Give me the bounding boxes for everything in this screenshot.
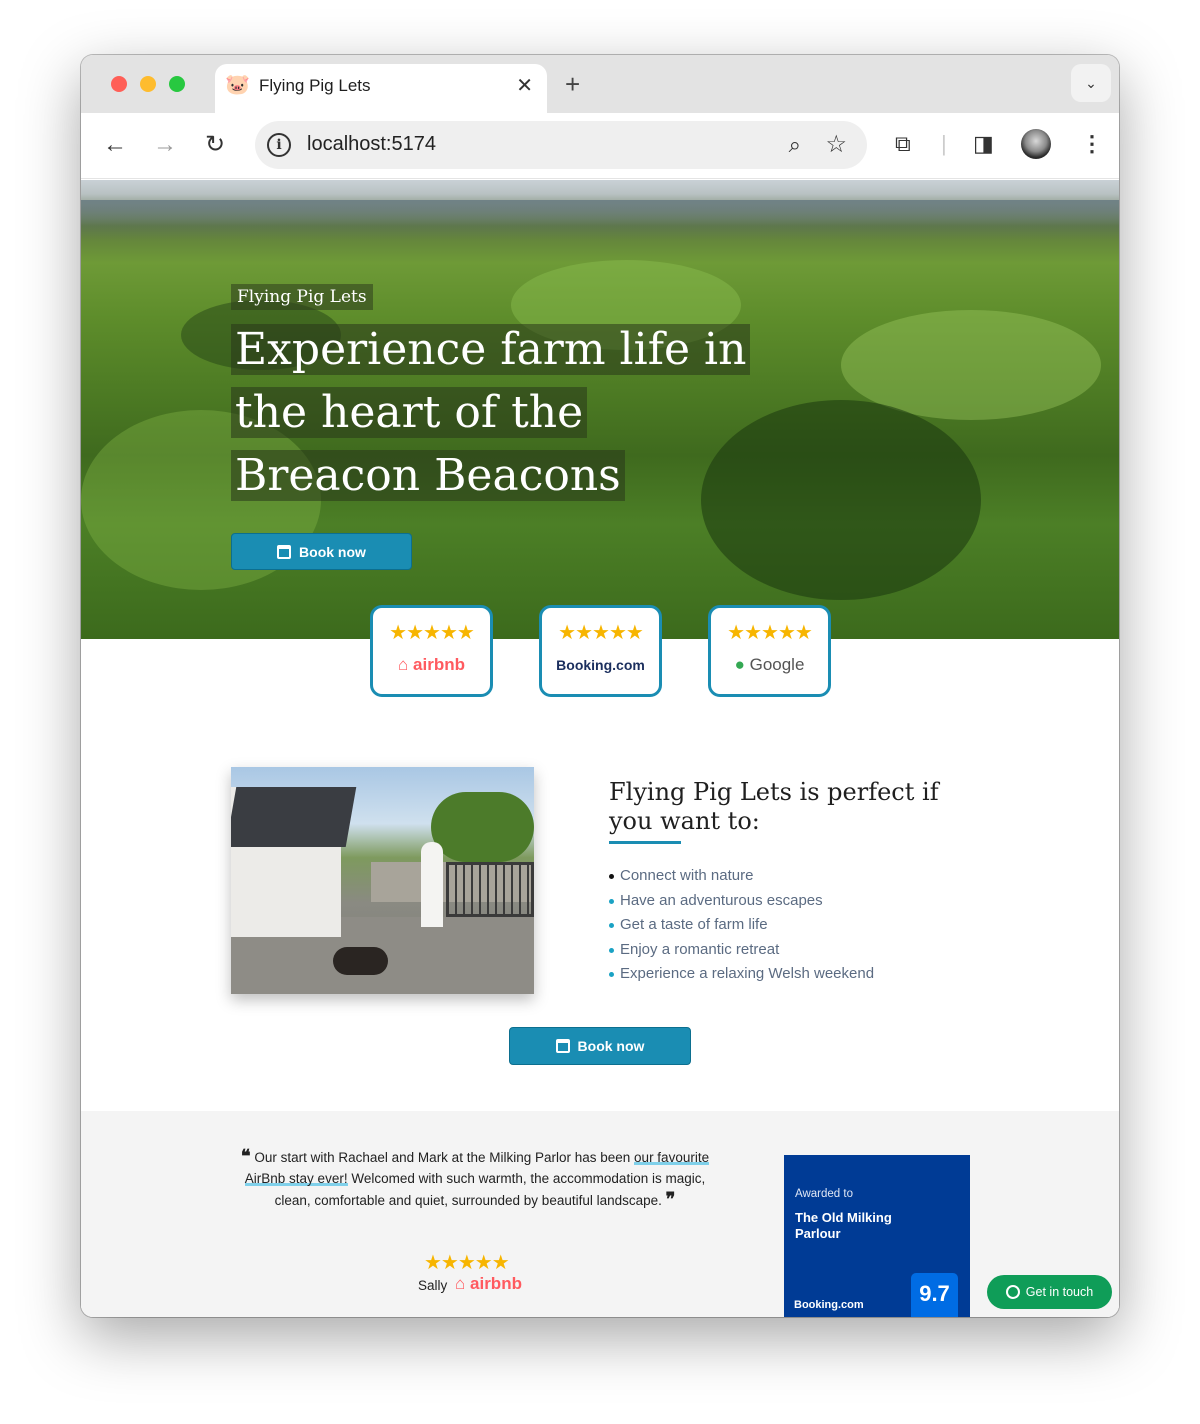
award-brand: Booking.com [794,1299,864,1311]
close-quote-icon: ❞ [665,1189,676,1210]
hero-mountain-ridge [81,200,1119,240]
airbnb-logo-icon: ⌂ [398,655,409,674]
photo-trees [431,792,534,862]
zoom-icon[interactable]: ⌕ [789,132,801,158]
get-in-touch-label: Get in touch [1025,1285,1094,1299]
testimonial-airbnb-logo: ⌂ airbnb [455,1274,522,1294]
new-tab-icon[interactable]: + [565,69,580,100]
page-content: Flying Pig Lets Experience farm life in … [81,180,1119,1317]
hero-headline-text: Experience farm life in the heart of the… [231,324,751,501]
award-property-name: The Old Milking Parlour [795,1210,892,1241]
calendar-icon [555,1039,570,1053]
rating-stars: ★★★★★ [389,622,475,644]
review-card-google[interactable]: ★★★★★ ● Google [708,605,831,697]
list-item: Enjoy a romantic retreat [609,938,874,963]
perfect-heading: Flying Pig Lets is perfect if you want t… [609,778,939,835]
quote-text-start: Our start with Rachael and Mark at the M… [254,1150,635,1165]
rating-stars: ★★★★★ [727,622,813,644]
browser-toolbar: ← → ↻ i localhost:5174 ⌕ ☆ ⧉ | ◨ ⋮ [81,113,1119,179]
browser-menu-icon[interactable]: ⋮ [1081,129,1103,159]
back-arrow-icon[interactable]: ← [103,131,127,159]
list-item: Connect with nature [609,864,874,889]
photo-gate [446,862,534,917]
award-label: Awarded to [795,1188,853,1200]
photo-cottage [231,787,357,937]
airbnb-logo: ⌂ airbnb [373,654,490,676]
toolbar-divider: | [941,131,947,156]
hero-book-now-label: Book now [299,543,366,560]
google-maps-pin-icon: ● [734,655,745,674]
book-now-label: Book now [577,1038,645,1054]
airbnb-logo-icon: ⌂ [455,1274,466,1293]
perfect-list: Connect with nature Have an adventurous … [609,864,874,987]
url-text[interactable]: localhost:5174 [307,133,436,156]
review-card-airbnb[interactable]: ★★★★★ ⌂ airbnb [370,605,493,697]
get-in-touch-button[interactable]: Get in touch [987,1275,1112,1309]
pig-favicon-icon: 🐷 [225,74,250,96]
heading-underline [609,841,681,844]
photo-pig [333,947,388,975]
address-bar[interactable]: i localhost:5174 ⌕ ☆ [255,121,867,169]
rating-stars: ★★★★★ [558,622,644,644]
google-logo: ● Google [711,654,828,676]
browser-tab[interactable]: 🐷 Flying Pig Lets ✕ [215,64,547,113]
review-card-booking[interactable]: ★★★★★ Booking.com [539,605,662,697]
photo-gate-pillar [421,842,443,927]
forward-arrow-icon[interactable]: → [153,131,177,159]
reload-icon[interactable]: ↻ [205,131,225,159]
hero-headline: Experience farm life in the heart of the… [231,318,751,507]
bookmark-star-icon[interactable]: ☆ [825,130,847,159]
list-item: Have an adventurous escapes [609,889,874,914]
list-item: Get a taste of farm life [609,913,874,938]
whatsapp-icon [1005,1285,1020,1299]
hero-brand-label: Flying Pig Lets [231,284,373,310]
book-now-button[interactable]: Book now [509,1027,691,1065]
side-panel-icon[interactable]: ◨ [973,131,994,157]
airbnb-logo-text: airbnb [413,655,465,674]
award-score: 9.7 [911,1273,958,1317]
site-info-icon[interactable]: i [267,133,291,157]
minimize-window-button[interactable] [140,76,156,92]
calendar-icon [277,544,292,559]
testimonial-stars: ★★★★★ [424,1252,510,1274]
close-window-button[interactable] [111,76,127,92]
hero-book-now-button[interactable]: Book now [231,533,412,570]
cottage-with-pig-photo [231,767,534,994]
tab-title: Flying Pig Lets [259,76,371,95]
testimonial-author: Sally [418,1278,448,1293]
photo-roof [231,787,357,847]
google-logo-text: Google [749,655,805,674]
browser-window: 🐷 Flying Pig Lets ✕ + ⌄ ← → ↻ i localhos… [81,55,1119,1317]
list-item: Experience a relaxing Welsh weekend [609,962,874,987]
profile-avatar[interactable] [1021,129,1051,159]
hero-copy: Flying Pig Lets Experience farm life in … [231,284,751,507]
tab-bar: 🐷 Flying Pig Lets ✕ + ⌄ [81,55,1119,113]
close-tab-icon[interactable]: ✕ [516,73,533,98]
zoom-window-button[interactable] [169,76,185,92]
tab-search-chevron-icon[interactable]: ⌄ [1071,64,1111,102]
airbnb-logo-text: airbnb [470,1274,522,1293]
testimonial-quote: ❝ Our start with Rachael and Mark at the… [236,1146,714,1211]
hero-section: Flying Pig Lets Experience farm life in … [81,180,1119,639]
booking-award-badge: Awarded to The Old Milking Parlour Booki… [784,1155,970,1317]
booking-logo: Booking.com [556,657,645,673]
open-quote-icon: ❝ [240,1146,251,1167]
extensions-puzzle-icon[interactable]: ⧉ [895,131,911,157]
